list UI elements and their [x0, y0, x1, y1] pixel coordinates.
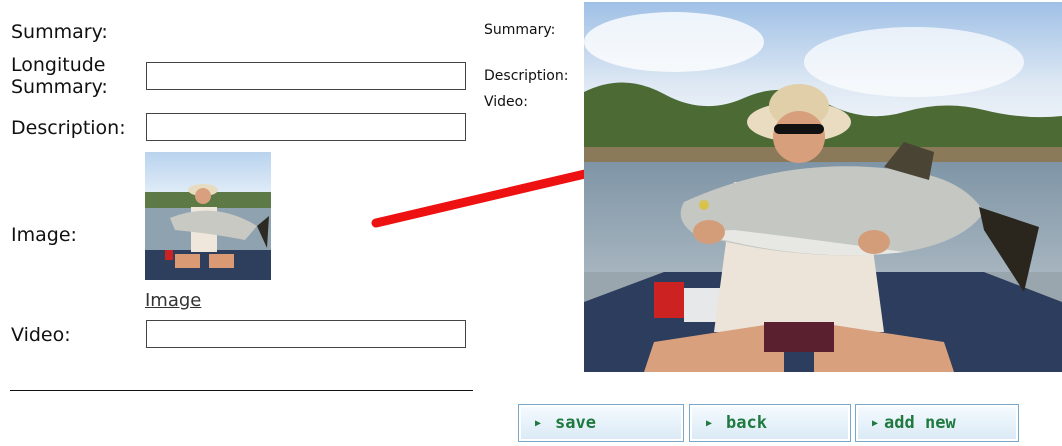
image-label: Image:: [11, 224, 77, 246]
triangle-right-icon: ▶: [706, 417, 713, 429]
preview-summary-label: Summary:: [484, 22, 556, 38]
video-input[interactable]: [146, 320, 466, 348]
add-new-label: add new: [884, 413, 956, 433]
longitude-summary-label: Longitude Summary:: [11, 54, 108, 98]
back-label: back: [726, 413, 767, 433]
fish-photo-preview: [584, 2, 1062, 372]
longitude-summary-input[interactable]: [146, 62, 466, 90]
triangle-right-icon: ▶: [535, 417, 542, 429]
form-divider: [10, 390, 473, 391]
save-label: save: [555, 413, 596, 433]
triangle-right-icon: ▶: [872, 417, 879, 429]
image-link[interactable]: Image: [145, 290, 201, 311]
description-input[interactable]: [146, 113, 466, 141]
video-label: Video:: [11, 324, 71, 346]
add-new-button[interactable]: ▶ add new: [855, 404, 1019, 442]
preview-description-label: Description:: [484, 68, 569, 84]
summary-label: Summary:: [11, 21, 108, 43]
fish-photo-thumbnail[interactable]: [145, 152, 271, 280]
longitude-label-line1: Longitude: [11, 54, 106, 76]
save-button[interactable]: ▶ save: [518, 404, 684, 442]
preview-video-label: Video:: [484, 94, 528, 110]
longitude-label-line2: Summary:: [11, 76, 108, 98]
description-label: Description:: [11, 117, 126, 139]
back-button[interactable]: ▶ back: [689, 404, 851, 442]
